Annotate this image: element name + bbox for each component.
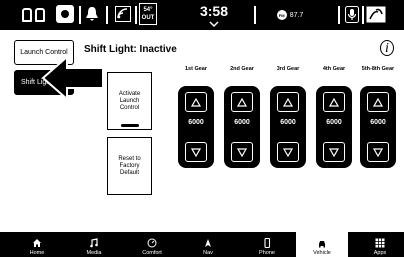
triangle-up-icon [283, 97, 293, 107]
clock[interactable]: 3:58 [184, 3, 244, 19]
nav-label: Home [29, 250, 45, 256]
gear-column-4: 4th Gear 6000 [316, 66, 352, 168]
triangle-up-icon [329, 97, 339, 107]
nav-home[interactable]: Home [24, 232, 50, 257]
triangle-up-icon [191, 97, 201, 107]
nav-nav[interactable]: Nav [196, 232, 220, 257]
nav-phone[interactable]: Phone [253, 232, 281, 257]
nav-label: Phone [259, 250, 275, 256]
increase-button[interactable] [277, 92, 299, 112]
rpm-value: 6000 [188, 119, 204, 126]
steering-heat-icon [34, 8, 45, 22]
decrease-button[interactable] [277, 142, 299, 162]
radio-band: FM [276, 10, 287, 20]
seat-heat-icon [21, 8, 32, 22]
music-note-icon [89, 238, 99, 248]
gear-label: 5th-8th Gear [361, 66, 395, 72]
triangle-down-icon [373, 147, 383, 157]
divider [362, 6, 364, 24]
nav-apps[interactable]: Apps [368, 232, 392, 257]
decrease-button[interactable] [231, 142, 253, 162]
gear-label: 4th Gear [322, 66, 346, 72]
microphone-icon[interactable] [345, 6, 359, 23]
car-icon [317, 238, 327, 248]
nav-comfort[interactable]: Comfort [136, 232, 168, 257]
nav-label: Media [86, 250, 102, 256]
reset-factory-default-button[interactable]: Reset to Factory Default [107, 137, 152, 195]
decrease-button[interactable] [367, 142, 389, 162]
gear-column-5: 5th-8th Gear 6000 [360, 66, 396, 168]
radio-now-playing[interactable]: FM 87.7 [265, 7, 315, 23]
triangle-down-icon [329, 147, 339, 157]
nav-label: Apps [373, 250, 387, 256]
nav-label: Comfort [142, 250, 162, 256]
rpm-value: 6000 [326, 119, 342, 126]
triangle-down-icon [237, 147, 247, 157]
phone-icon [262, 238, 272, 248]
triangle-up-icon [373, 97, 383, 107]
activate-indicator [121, 124, 139, 127]
activate-launch-control-label: Activate Launch Control [118, 90, 141, 111]
decrease-button[interactable] [185, 142, 207, 162]
increase-button[interactable] [323, 92, 345, 112]
radio-station: 87.7 [289, 11, 304, 19]
outside-temperature: 54° OUT [139, 3, 157, 25]
reset-factory-default-label: Reset to Factory Default [118, 155, 141, 176]
divider [106, 6, 108, 24]
status-bar: 54° OUT 3:58 FM 87.7 [0, 0, 404, 30]
navigation-arrow-icon [203, 238, 213, 248]
gear-label: 3rd Gear [276, 66, 300, 72]
home-icon [32, 238, 42, 248]
divider [338, 6, 340, 24]
wifi-icon[interactable] [115, 6, 131, 22]
notification-bell-icon[interactable] [85, 6, 99, 22]
gear-label: 1st Gear [184, 66, 207, 72]
nav-label: Vehicle [313, 250, 331, 256]
rpm-value: 6000 [234, 119, 250, 126]
nav-vehicle[interactable]: Vehicle [296, 232, 348, 257]
decrease-button[interactable] [323, 142, 345, 162]
rpm-stepper: 6000 [178, 86, 214, 168]
rpm-value: 6000 [280, 119, 296, 126]
bottom-navigation: Home Media Comfort Nav Phone Vehicle App… [0, 232, 404, 257]
rpm-stepper: 6000 [316, 86, 352, 168]
rpm-stepper: 6000 [270, 86, 306, 168]
rpm-stepper: 6000 [224, 86, 260, 168]
gear-column-3: 3rd Gear 6000 [270, 66, 306, 168]
divider [135, 6, 137, 24]
camera-icon[interactable] [56, 5, 74, 23]
climate-icon[interactable] [366, 6, 386, 23]
seat-heat-icons[interactable] [16, 7, 50, 23]
increase-button[interactable] [185, 92, 207, 112]
outside-temp-value: 54° [143, 7, 153, 13]
nav-label: Nav [203, 250, 213, 256]
gear-column-1: 1st Gear 6000 [178, 66, 214, 168]
increase-button[interactable] [367, 92, 389, 112]
divider [79, 6, 81, 24]
rpm-stepper: 6000 [360, 86, 396, 168]
divider [254, 6, 256, 24]
page-title: Shift Light: Inactive [84, 44, 177, 55]
rpm-value: 6000 [370, 119, 386, 126]
climate-icon [147, 238, 157, 248]
activate-launch-control-button[interactable]: Activate Launch Control [107, 72, 152, 130]
increase-button[interactable] [231, 92, 253, 112]
triangle-up-icon [237, 97, 247, 107]
triangle-down-icon [283, 147, 293, 157]
info-icon[interactable]: i [380, 40, 394, 56]
gear-column-2: 2nd Gear 6000 [224, 66, 260, 168]
nav-media[interactable]: Media [80, 232, 108, 257]
outside-temp-label: OUT [141, 15, 155, 21]
triangle-down-icon [191, 147, 201, 157]
apps-grid-icon [375, 238, 385, 248]
chevron-down-icon[interactable] [209, 20, 219, 28]
gear-label: 2nd Gear [230, 66, 254, 72]
callout-arrow-icon [41, 55, 104, 101]
